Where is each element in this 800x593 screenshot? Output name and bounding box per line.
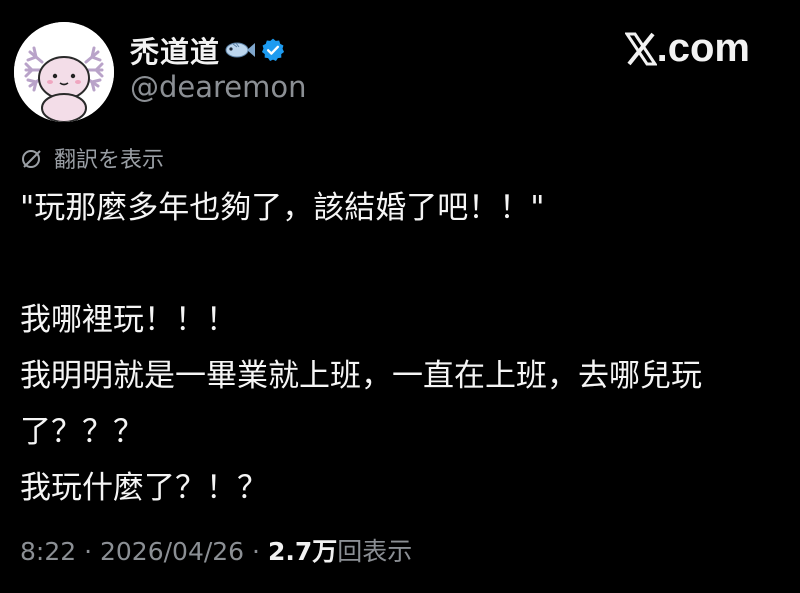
brand-domain: .com (656, 26, 750, 70)
post-date[interactable]: 2026/04/26 (100, 537, 244, 566)
meta-separator: · (84, 537, 93, 566)
verified-badge-icon (260, 37, 286, 63)
display-name-row[interactable]: 禿道道 (130, 30, 286, 70)
views-label: 回表示 (337, 537, 413, 566)
tweet-line: 我哪裡玩！！！ (20, 302, 237, 338)
tweet-line: 我明明就是一畢業就上班，一直在上班，去哪兒玩 (20, 358, 702, 394)
show-translation-button[interactable]: 翻訳を表示 (20, 142, 164, 174)
translate-label[interactable]: 翻訳を表示 (54, 142, 164, 174)
tweet-text: "玩那麼多年也夠了，該結婚了吧！！" 我哪裡玩！！！ 我明明就是一畢業就上班，一… (20, 180, 780, 516)
avatar[interactable] (14, 22, 114, 122)
tweet-metadata: 8:22 · 2026/04/26 · 2.7万回表示 (20, 532, 412, 568)
views-count: 2.7万 (267, 537, 338, 566)
translate-icon (20, 146, 44, 170)
post-time[interactable]: 8:22 (20, 537, 76, 566)
meta-separator: · (252, 537, 260, 566)
tweet-line: 我玩什麼了？！？ (20, 470, 268, 506)
tweet-line: 了？？？ (20, 414, 144, 450)
brand-watermark: .com (624, 26, 750, 71)
display-name[interactable]: 禿道道 (130, 29, 220, 71)
axolotl-avatar-icon (14, 22, 114, 122)
tweet-line: "玩那麼多年也夠了，該結婚了吧！！" (20, 190, 545, 226)
x-logo-icon (624, 32, 657, 66)
fish-icon (224, 39, 256, 61)
handle[interactable]: @dearemon (130, 70, 307, 104)
tweet-line (20, 236, 780, 292)
